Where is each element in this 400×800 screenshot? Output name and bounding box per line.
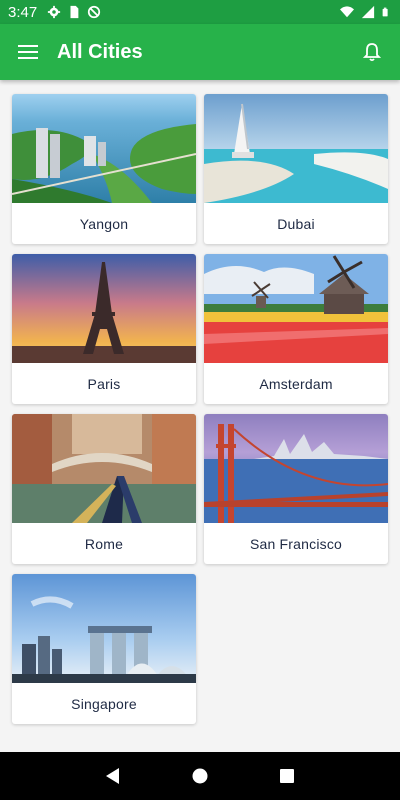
city-name: Dubai: [277, 215, 315, 232]
city-card-dubai[interactable]: Dubai: [204, 94, 388, 244]
city-card-yangon[interactable]: Yangon: [12, 94, 196, 244]
city-grid: Yangon Dubai Paris Amsterdam Rome San Fr…: [12, 94, 388, 724]
home-button[interactable]: [180, 756, 220, 796]
city-name: San Francisco: [249, 535, 343, 552]
recents-square-icon: [279, 769, 294, 783]
city-name: Singapore: [71, 695, 137, 712]
city-image: [12, 414, 196, 523]
city-image: [12, 574, 196, 683]
city-card-amsterdam[interactable]: Amsterdam: [204, 254, 388, 404]
app-screen: 3:47 All Cities Yangon Dubai Paris Amste…: [0, 0, 400, 800]
bell-icon: [363, 43, 381, 62]
back-triangle-icon: [106, 768, 120, 784]
status-time: 3:47: [8, 3, 38, 21]
data-saver-icon: [88, 5, 101, 19]
city-image: [12, 254, 196, 363]
status-right: [340, 5, 392, 19]
signal-icon: [361, 5, 375, 19]
status-left: 3:47: [8, 4, 101, 21]
city-image: [204, 254, 388, 363]
city-card-san-francisco[interactable]: San Francisco: [204, 414, 388, 564]
city-name: Amsterdam: [259, 375, 333, 392]
city-image: [12, 94, 196, 203]
city-name: Paris: [87, 375, 121, 392]
back-button[interactable]: [93, 756, 133, 796]
gear-icon: [48, 5, 61, 19]
notifications-button[interactable]: [344, 24, 400, 80]
sim-card-icon: [70, 5, 79, 19]
page-title: All Cities: [57, 40, 143, 63]
menu-button[interactable]: [0, 24, 56, 80]
hamburger-menu-icon: [18, 45, 38, 59]
city-image: [204, 94, 388, 203]
wifi-icon: [340, 6, 354, 18]
city-card-paris[interactable]: Paris: [12, 254, 196, 404]
city-image: [204, 414, 388, 523]
system-nav-bar: [0, 752, 400, 800]
battery-icon: [382, 7, 388, 17]
city-name: Yangon: [79, 215, 129, 232]
home-circle-icon: [192, 768, 208, 784]
app-bar: All Cities: [0, 24, 400, 80]
status-bar: 3:47: [0, 0, 400, 24]
city-name: Rome: [84, 535, 124, 552]
recents-button[interactable]: [267, 756, 307, 796]
city-card-rome[interactable]: Rome: [12, 414, 196, 564]
city-card-singapore[interactable]: Singapore: [12, 574, 196, 724]
